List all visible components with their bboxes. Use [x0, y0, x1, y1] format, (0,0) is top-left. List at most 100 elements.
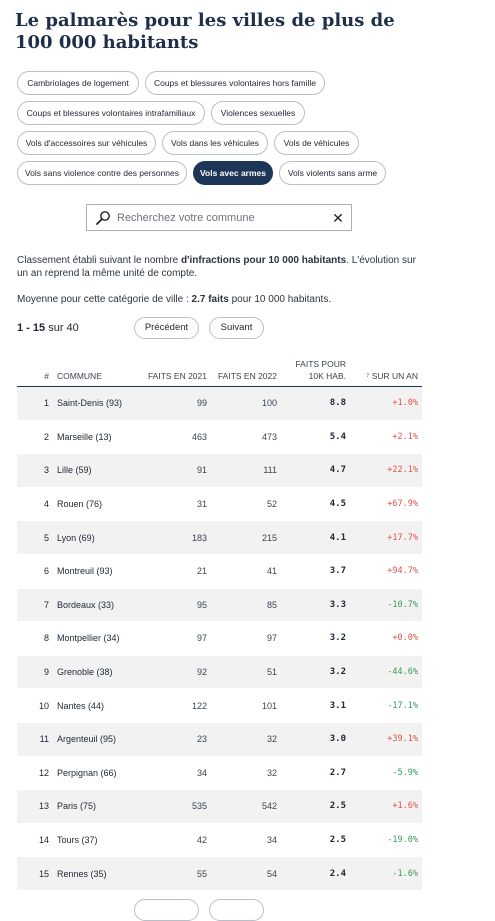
city-cell: Paris (75)	[53, 789, 141, 824]
table-row: 2 Marseille (13) 463 473 5.4 +2.1%	[17, 420, 422, 455]
rate-cell: 4.5	[281, 487, 350, 522]
filter-chip-vols-avec-armes[interactable]: Vols avec armes	[193, 161, 273, 185]
header-evolution[interactable]: ⁷ SUR UN AN	[350, 352, 422, 387]
filter-chip-vols-dans-vehicules[interactable]: Vols dans les véhicules	[162, 131, 268, 155]
filter-chip-vols-de-vehicules[interactable]: Vols de véhicules	[274, 131, 359, 155]
city-cell: Perpignan (66)	[53, 756, 141, 791]
search-box[interactable]: ✕	[86, 204, 352, 231]
ranking-explanation: Classement établi suivant le nombre d'in…	[17, 255, 416, 279]
rank-cell: 9	[17, 655, 53, 690]
close-icon[interactable]: ✕	[331, 210, 345, 226]
search-icon	[95, 210, 111, 226]
search-input[interactable]	[117, 209, 317, 227]
evolution-cell: -44.6%	[350, 655, 422, 690]
filter-chip-coups-intrafamiliaux[interactable]: Coups et blessures volontaires intrafami…	[17, 101, 205, 125]
facts-2021-cell: 183	[141, 520, 211, 555]
facts-2022-cell: 32	[211, 722, 281, 757]
facts-2021-cell: 34	[141, 756, 211, 791]
rate-cell: 3.2	[281, 655, 350, 690]
facts-2022-cell: 111	[211, 453, 281, 488]
rank-cell: 11	[17, 722, 53, 757]
header-rank[interactable]: #	[17, 352, 53, 387]
evolution-cell: -17.1%	[350, 688, 422, 723]
rate-cell: 8.8	[281, 386, 350, 421]
facts-2021-cell: 21	[141, 554, 211, 589]
filter-chip-cambriolages[interactable]: Cambriolages de logement	[17, 71, 139, 95]
table-row: 5 Lyon (69) 183 215 4.1 +17.7%	[17, 520, 422, 555]
rate-cell: 4.1	[281, 520, 350, 555]
facts-2022-cell: 215	[211, 520, 281, 555]
table-row: 10 Nantes (44) 122 101 3.1 -17.1%	[17, 688, 422, 723]
city-cell: Bordeaux (33)	[53, 588, 141, 623]
rate-cell: 4.7	[281, 453, 350, 488]
facts-2021-cell: 99	[141, 386, 211, 421]
facts-2021-cell: 42	[141, 823, 211, 858]
rank-cell: 10	[17, 688, 53, 723]
evolution-cell: +94.7%	[350, 554, 422, 589]
table-row: 1 Saint-Denis (93) 99 100 8.8 +1.0%	[17, 386, 422, 421]
facts-2022-cell: 41	[211, 554, 281, 589]
city-cell: Lyon (69)	[53, 520, 141, 555]
facts-2021-cell: 535	[141, 789, 211, 824]
evolution-cell: -10.7%	[350, 588, 422, 623]
rate-cell: 2.5	[281, 823, 350, 858]
table-row: 7 Bordeaux (33) 95 85 3.3 -10.7%	[17, 588, 422, 623]
rank-cell: 6	[17, 554, 53, 589]
city-cell: Montpellier (34)	[53, 621, 141, 656]
filter-chip-vols-violents-sans-arme[interactable]: Vols violents sans arme	[279, 161, 386, 185]
evolution-cell: -5.9%	[350, 756, 422, 791]
evolution-cell: +0.0%	[350, 621, 422, 656]
filter-chip-coups-hors-famille[interactable]: Coups et blessures volontaires hors fami…	[145, 71, 325, 95]
facts-2021-cell: 97	[141, 621, 211, 656]
facts-2022-cell: 34	[211, 823, 281, 858]
rank-cell: 8	[17, 621, 53, 656]
facts-2021-cell: 463	[141, 420, 211, 455]
evolution-cell: +39.1%	[350, 722, 422, 757]
facts-2021-cell: 91	[141, 453, 211, 488]
rate-cell: 3.0	[281, 722, 350, 757]
rank-cell: 12	[17, 756, 53, 791]
filter-chip-vols-accessoires[interactable]: Vols d'accessoires sur véhicules	[17, 131, 156, 155]
filter-chip-violences-sexuelles[interactable]: Violences sexuelles	[211, 101, 305, 125]
filter-chip-vols-sans-violence[interactable]: Vols sans violence contre des personnes	[17, 161, 187, 185]
evolution-cell: +67.9%	[350, 487, 422, 522]
table-row: 14 Tours (37) 42 34 2.5 -19.0%	[17, 823, 422, 858]
rate-cell: 5.4	[281, 420, 350, 455]
facts-2021-cell: 23	[141, 722, 211, 757]
rank-cell: 13	[17, 789, 53, 824]
facts-2022-cell: 32	[211, 756, 281, 791]
facts-2022-cell: 542	[211, 789, 281, 824]
city-cell: Nantes (44)	[53, 688, 141, 723]
next-page-button-bottom[interactable]	[209, 899, 264, 921]
rank-cell: 5	[17, 520, 53, 555]
previous-page-button-bottom[interactable]	[134, 899, 199, 921]
table-row: 11 Argenteuil (95) 23 32 3.0 +39.1%	[17, 722, 422, 757]
facts-2022-cell: 85	[211, 588, 281, 623]
previous-page-button[interactable]: Précédent	[134, 317, 199, 339]
facts-2022-cell: 54	[211, 856, 281, 891]
facts-2021-cell: 122	[141, 688, 211, 723]
category-average: Moyenne pour cette catégorie de ville : …	[17, 294, 332, 305]
rate-cell: 3.3	[281, 588, 350, 623]
header-facts-2022[interactable]: FAITS EN 2022	[211, 352, 281, 387]
table-row: 9 Grenoble (38) 92 51 3.2 -44.6%	[17, 655, 422, 690]
table-header-row: # COMMUNE FAITS EN 2021 FAITS EN 2022 FA…	[17, 352, 422, 387]
facts-2021-cell: 92	[141, 655, 211, 690]
header-city[interactable]: COMMUNE	[53, 352, 141, 387]
rank-cell: 7	[17, 588, 53, 623]
evolution-cell: +1.0%	[350, 386, 422, 421]
header-facts-2021[interactable]: FAITS EN 2021	[141, 352, 211, 387]
rank-cell: 14	[17, 823, 53, 858]
rank-cell: 15	[17, 856, 53, 891]
city-cell: Argenteuil (95)	[53, 722, 141, 757]
table-row: 12 Perpignan (66) 34 32 2.7 -5.9%	[17, 756, 422, 791]
evolution-cell: +17.7%	[350, 520, 422, 555]
header-rate[interactable]: FAITS POUR 10K HAB.	[281, 352, 350, 387]
evolution-cell: +2.1%	[350, 420, 422, 455]
evolution-cell: -19.0%	[350, 823, 422, 858]
rank-cell: 1	[17, 386, 53, 421]
city-cell: Montreuil (93)	[53, 554, 141, 589]
next-page-button[interactable]: Suivant	[209, 317, 264, 339]
rate-cell: 2.4	[281, 856, 350, 891]
rate-cell: 3.2	[281, 621, 350, 656]
